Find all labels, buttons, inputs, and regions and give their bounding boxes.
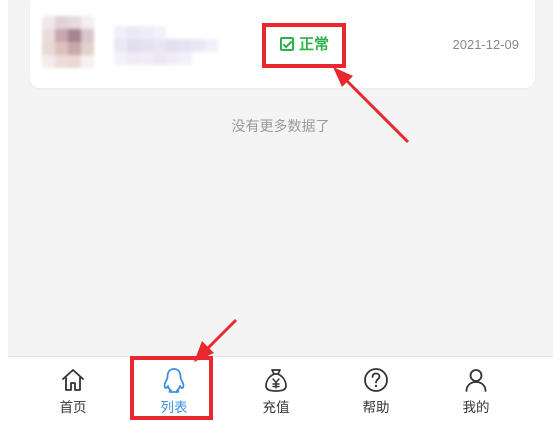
status-highlight-box <box>262 23 346 68</box>
money-bag-icon <box>265 369 287 392</box>
item-date: 2021-12-09 <box>452 37 520 52</box>
tab-recharge[interactable]: 充值 <box>226 357 326 422</box>
user-name-blurred <box>114 22 218 66</box>
no-more-data-text: 没有更多数据了 <box>231 119 330 135</box>
tab-help[interactable]: 帮助 <box>326 357 426 422</box>
tab-label: 帮助 <box>362 400 390 416</box>
app-screen: 正常 2021-12-09 没有更多数据了 首页 列表 充值 帮助 我的 <box>0 0 553 422</box>
tab-label: 首页 <box>59 400 87 416</box>
bottom-tab-bar: 首页 列表 充值 帮助 我的 <box>8 356 553 422</box>
tab-label: 充值 <box>262 400 290 416</box>
tab-highlight-box <box>130 356 213 420</box>
tab-home[interactable]: 首页 <box>23 357 123 422</box>
user-icon <box>465 369 487 392</box>
help-circle-icon <box>364 368 388 392</box>
tab-label: 我的 <box>462 400 490 416</box>
avatar <box>42 16 94 68</box>
home-icon <box>62 369 84 391</box>
tab-mine[interactable]: 我的 <box>426 357 526 422</box>
